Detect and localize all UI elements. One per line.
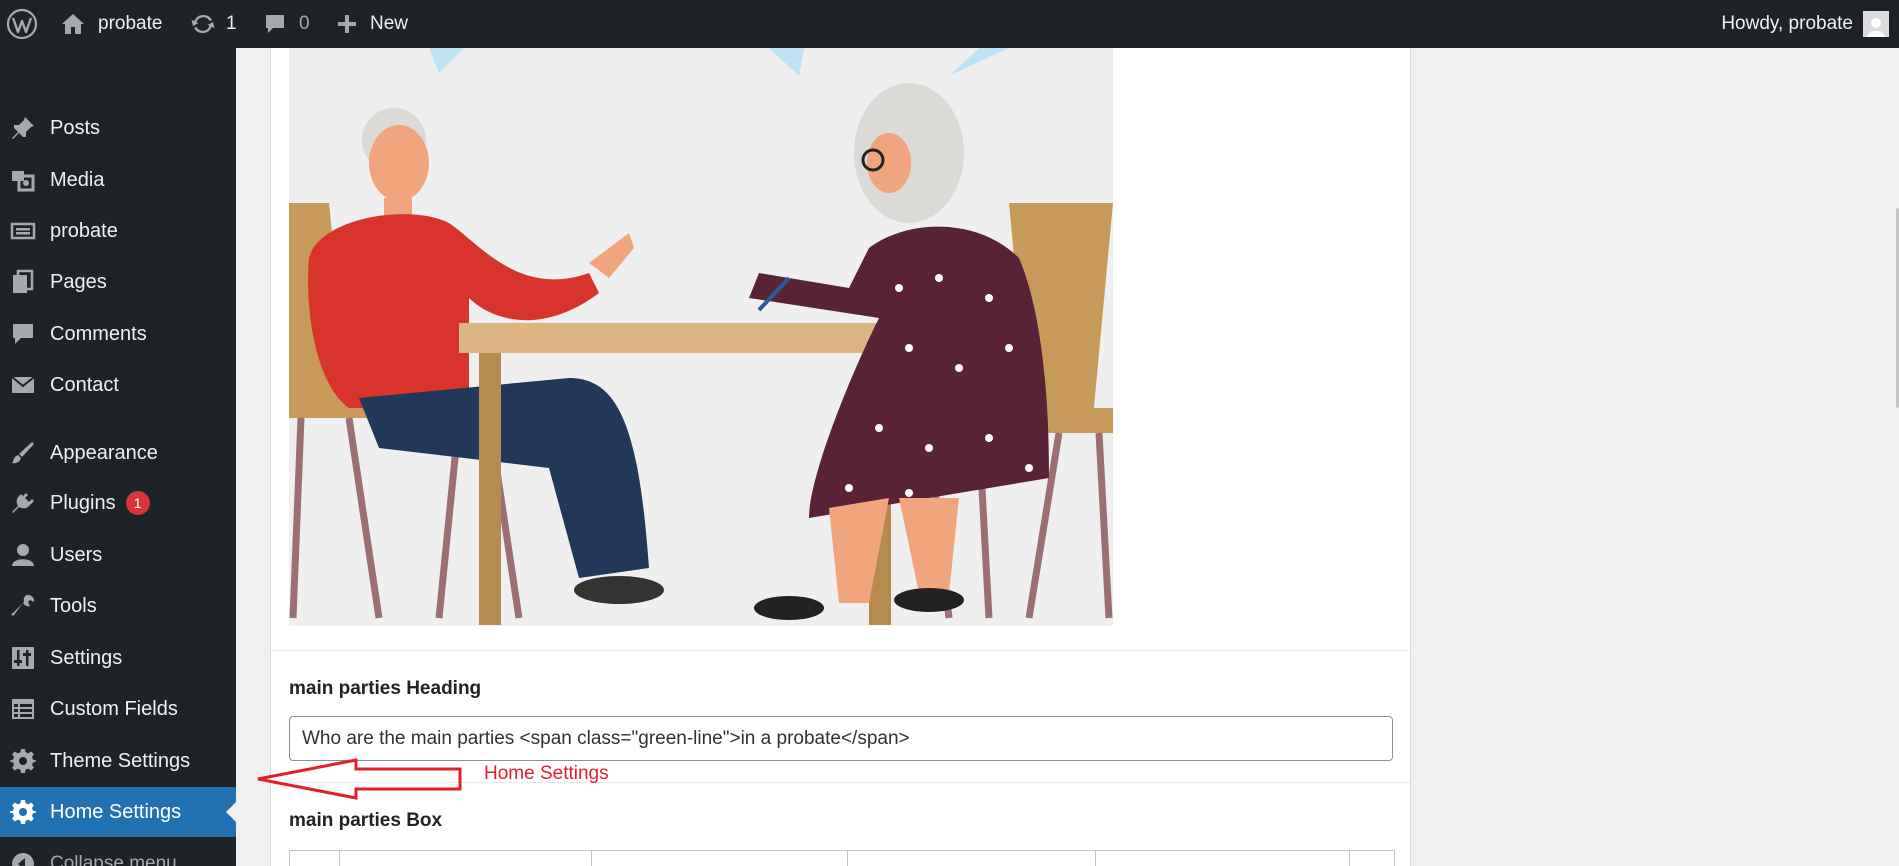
- user-icon: [9, 541, 37, 569]
- updates-link[interactable]: 1: [190, 0, 237, 48]
- illustration-image: [289, 48, 1113, 626]
- sidebar-item-label: Comments: [50, 322, 147, 345]
- main-parties-heading-input[interactable]: [289, 716, 1393, 761]
- sidebar-item-appearance[interactable]: Appearance: [0, 428, 236, 478]
- sidebar-item-home-settings[interactable]: Home Settings: [0, 787, 236, 837]
- annotation-label: Home Settings: [484, 763, 609, 784]
- sidebar-item-label: Media: [50, 168, 105, 191]
- pages-icon: [9, 268, 37, 296]
- repeater-column: [1096, 851, 1350, 866]
- site-name-link[interactable]: probate: [60, 0, 162, 48]
- meeting-illustration: [289, 48, 1113, 626]
- user-avatar-icon: [1867, 18, 1885, 37]
- annotation-arrow: [257, 758, 462, 800]
- media-icon: [9, 166, 37, 194]
- site-name: probate: [98, 13, 163, 34]
- pin-icon: [9, 114, 37, 142]
- page-scrollbar[interactable]: [1893, 48, 1899, 866]
- sidebar-item-label: Settings: [50, 646, 123, 669]
- sidebar-item-label: Custom Fields: [50, 697, 178, 720]
- comment-icon: [266, 15, 284, 33]
- sidebar-item-media[interactable]: Media: [0, 155, 236, 205]
- sliders-icon: [9, 644, 37, 672]
- sidebar-item-label: Pages: [50, 270, 107, 293]
- sidebar-item-label: Users: [50, 543, 103, 566]
- archive-icon: [9, 217, 37, 245]
- sidebar-item-label: Tools: [50, 594, 97, 617]
- refresh-icon: [191, 14, 215, 34]
- repeater-column: [592, 851, 848, 866]
- admin-bar: probate 1 0 New Howdy, probate: [0, 0, 1899, 48]
- plus-icon: [338, 15, 356, 33]
- wordpress-icon: [6, 8, 38, 40]
- plug-icon: [9, 490, 37, 518]
- sidebar-item-settings[interactable]: Settings: [0, 633, 236, 683]
- collapse-label: Collapse menu: [50, 853, 177, 866]
- sidebar-item-label: Posts: [50, 116, 101, 139]
- wrench-icon: [9, 592, 37, 620]
- sidebar-item-label: Home Settings: [50, 800, 182, 823]
- sidebar-item-users[interactable]: Users: [0, 530, 236, 580]
- field-divider: [271, 650, 1410, 651]
- active-menu-pointer: [226, 802, 236, 822]
- new-content-link[interactable]: New: [336, 0, 408, 48]
- repeater-column: [340, 851, 592, 866]
- envelope-icon: [9, 371, 37, 399]
- comments-count: 0: [299, 13, 310, 34]
- sidebar-item-probate[interactable]: probate: [0, 206, 236, 256]
- sidebar-item-label: probate: [50, 219, 118, 242]
- sidebar-item-theme-settings[interactable]: Theme Settings: [0, 736, 236, 786]
- howdy-text: Howdy, probate: [1721, 13, 1853, 34]
- sidebar-item-tools[interactable]: Tools: [0, 581, 236, 631]
- comment-icon: [9, 320, 37, 348]
- sidebar-item-label: Theme Settings: [50, 749, 191, 772]
- comments-link[interactable]: 0: [263, 0, 310, 48]
- collapse-arrow-icon: [9, 850, 37, 866]
- repeater-column: [1350, 851, 1394, 866]
- admin-sidebar: Posts Media probate Pages Comments Conta…: [0, 48, 236, 866]
- settings-panel: main parties Heading main parties Box: [270, 48, 1411, 866]
- brush-icon: [9, 439, 37, 467]
- gear-icon: [9, 747, 37, 775]
- main-parties-box-repeater: [289, 850, 1395, 866]
- gear-icon: [9, 798, 37, 826]
- main-parties-box-label: main parties Box: [289, 810, 443, 831]
- new-label: New: [370, 13, 409, 34]
- sidebar-item-label: Appearance: [50, 441, 158, 464]
- table-icon: [9, 695, 37, 723]
- sidebar-item-posts[interactable]: Posts: [0, 103, 236, 153]
- main-parties-heading-label: main parties Heading: [289, 678, 482, 699]
- my-account-link[interactable]: Howdy, probate: [1721, 0, 1889, 48]
- collapse-menu-button[interactable]: Collapse menu: [0, 839, 236, 866]
- sidebar-item-comments[interactable]: Comments: [0, 309, 236, 359]
- home-icon: [62, 14, 84, 34]
- wordpress-logo-button[interactable]: [6, 0, 38, 48]
- sidebar-item-custom-fields[interactable]: Custom Fields: [0, 684, 236, 734]
- sidebar-item-plugins[interactable]: Plugins 1: [0, 479, 236, 529]
- sidebar-item-label: Plugins 1: [50, 491, 150, 516]
- repeater-column: [290, 851, 340, 866]
- updates-count: 1: [226, 13, 237, 34]
- repeater-column: [848, 851, 1096, 866]
- plugins-update-badge: 1: [125, 491, 150, 515]
- sidebar-item-label: Contact: [50, 373, 119, 396]
- avatar: [1863, 11, 1889, 37]
- sidebar-item-contact[interactable]: Contact: [0, 360, 236, 410]
- sidebar-item-pages[interactable]: Pages: [0, 257, 236, 307]
- plugins-label: Plugins: [50, 492, 116, 514]
